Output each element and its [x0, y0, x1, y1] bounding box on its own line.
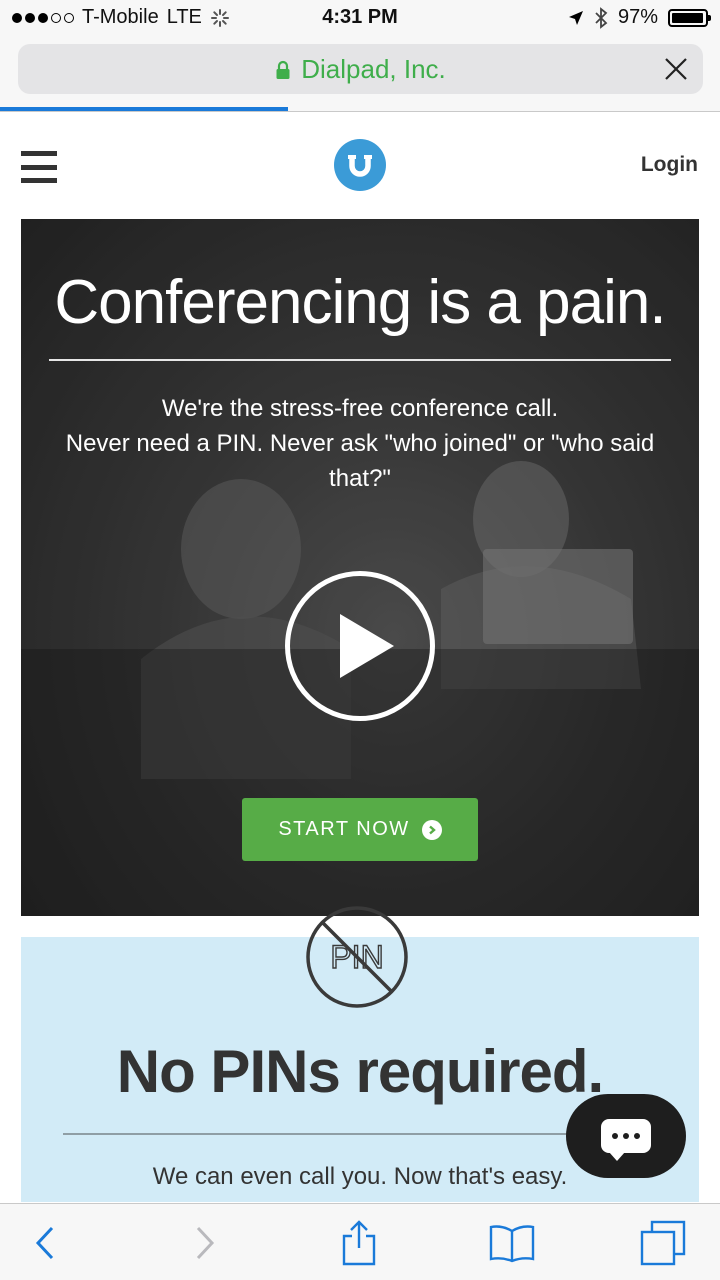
bookmarks-icon: [489, 1225, 535, 1263]
back-button[interactable]: [20, 1218, 70, 1268]
status-right: 97%: [568, 6, 711, 29]
login-link[interactable]: Login: [641, 153, 698, 177]
tabs-icon: [640, 1220, 686, 1266]
battery-icon: [668, 8, 711, 27]
lock-icon: [276, 60, 290, 79]
browser-toolbar: [0, 1203, 720, 1280]
bluetooth-icon: [595, 6, 608, 29]
start-now-label: START NOW: [278, 818, 410, 840]
battery-percent: 97%: [617, 6, 658, 28]
uberconference-logo[interactable]: [334, 139, 386, 191]
forward-button[interactable]: [180, 1218, 230, 1268]
chat-icon: [601, 1119, 651, 1161]
site-name: Dialpad, Inc.: [301, 54, 446, 84]
page-load-progress-bar: [0, 107, 288, 111]
start-now-button[interactable]: START NOW: [242, 798, 478, 861]
battery-fill: [672, 12, 704, 23]
share-icon: [342, 1220, 376, 1266]
hero-divider: [49, 359, 671, 361]
logo-u-icon: [348, 155, 372, 177]
browser-address-area: Dialpad, Inc.: [0, 36, 720, 112]
bookmarks-button[interactable]: [487, 1218, 537, 1268]
tabs-button[interactable]: [638, 1218, 688, 1268]
hero-title: Conferencing is a pain.: [54, 268, 666, 337]
no-pin-icon: PIN: [306, 906, 408, 1008]
site-header: Login: [0, 113, 720, 218]
address-display: Dialpad, Inc.: [18, 54, 703, 85]
play-icon: [340, 614, 394, 678]
status-bar: T-Mobile LTE 4:31 PM 97%: [0, 0, 720, 36]
hero-section: Conferencing is a pain. We're the stress…: [21, 219, 699, 916]
chat-button[interactable]: [566, 1094, 686, 1178]
hero-subtitle-line1: We're the stress-free conference call.: [161, 395, 559, 422]
share-button[interactable]: [334, 1218, 384, 1268]
chevron-right-icon: [196, 1226, 215, 1260]
menu-icon[interactable]: [21, 151, 57, 183]
play-video-button[interactable]: [285, 571, 435, 721]
hero-subtitle-line2: Never need a PIN. Never ask "who joined"…: [65, 430, 655, 492]
location-arrow-icon: [568, 10, 583, 25]
chevron-right-circle-icon: [421, 819, 442, 840]
close-icon[interactable]: [661, 54, 691, 84]
chevron-left-icon: [35, 1226, 54, 1260]
hero-subtitle: We're the stress-free conference call. N…: [41, 391, 679, 496]
address-bar[interactable]: Dialpad, Inc.: [18, 44, 703, 94]
